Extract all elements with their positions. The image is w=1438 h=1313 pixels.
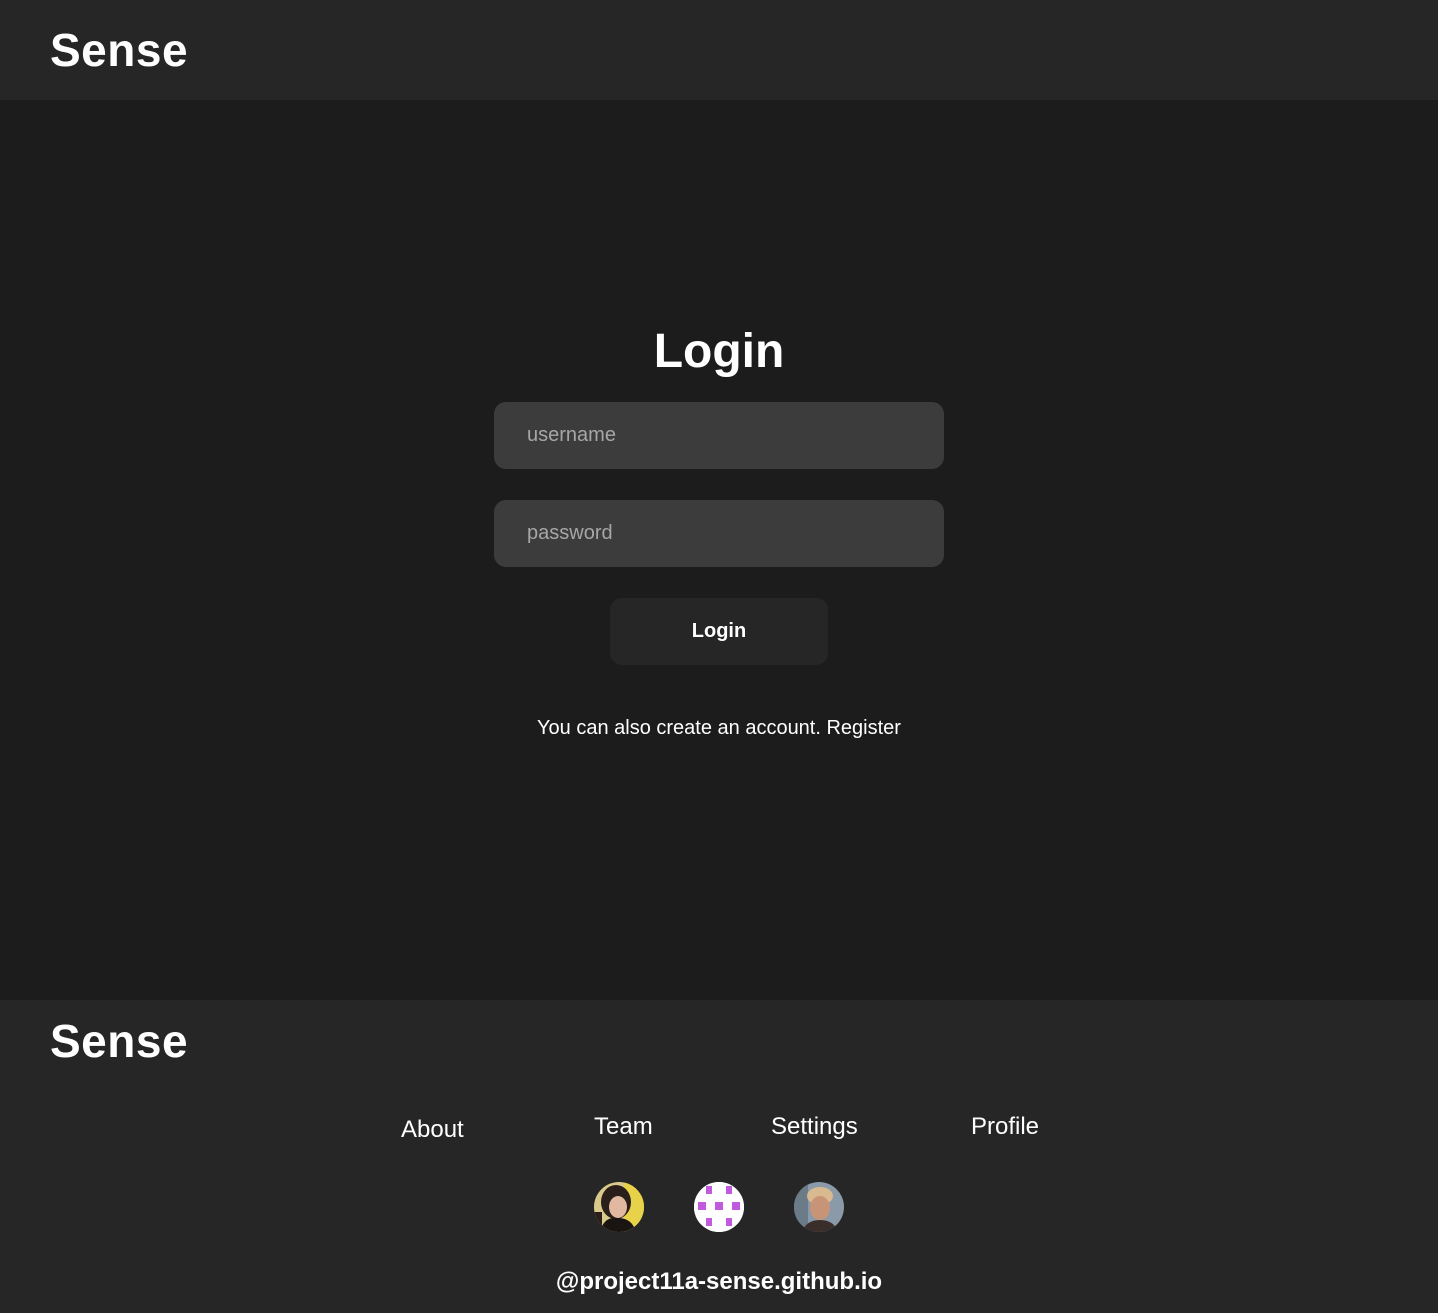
team-avatar-3[interactable] (794, 1182, 844, 1232)
register-prompt: You can also create an account. Register (0, 717, 1438, 740)
portrait-photo-icon (594, 1182, 644, 1232)
footer-link-settings[interactable]: Settings (771, 1115, 858, 1139)
login-title: Login (653, 325, 785, 378)
top-header: Sense (0, 0, 1438, 100)
username-input[interactable] (494, 402, 944, 469)
footer-site-handle[interactable]: @project11a-sense.github.io (0, 1268, 1438, 1296)
password-input[interactable] (494, 500, 944, 567)
register-link[interactable]: Register (826, 717, 900, 739)
login-section: Login Login You can also create an accou… (0, 100, 1438, 1000)
brand-logo[interactable]: Sense (50, 27, 188, 73)
register-prompt-text: You can also create an account. (537, 717, 821, 739)
footer-brand-logo[interactable]: Sense (50, 1018, 188, 1064)
login-button[interactable]: Login (610, 598, 828, 665)
team-avatar-1[interactable] (594, 1182, 644, 1232)
footer-link-about[interactable]: About (401, 1118, 464, 1142)
footer-link-profile[interactable]: Profile (971, 1115, 1039, 1139)
portrait-photo-icon (794, 1182, 844, 1232)
footer-link-team[interactable]: Team (594, 1115, 653, 1139)
team-avatar-2[interactable] (694, 1182, 744, 1232)
pattern-avatar-icon (694, 1182, 744, 1232)
footer: Sense About Team Settings Profile @proje… (0, 1000, 1438, 1313)
